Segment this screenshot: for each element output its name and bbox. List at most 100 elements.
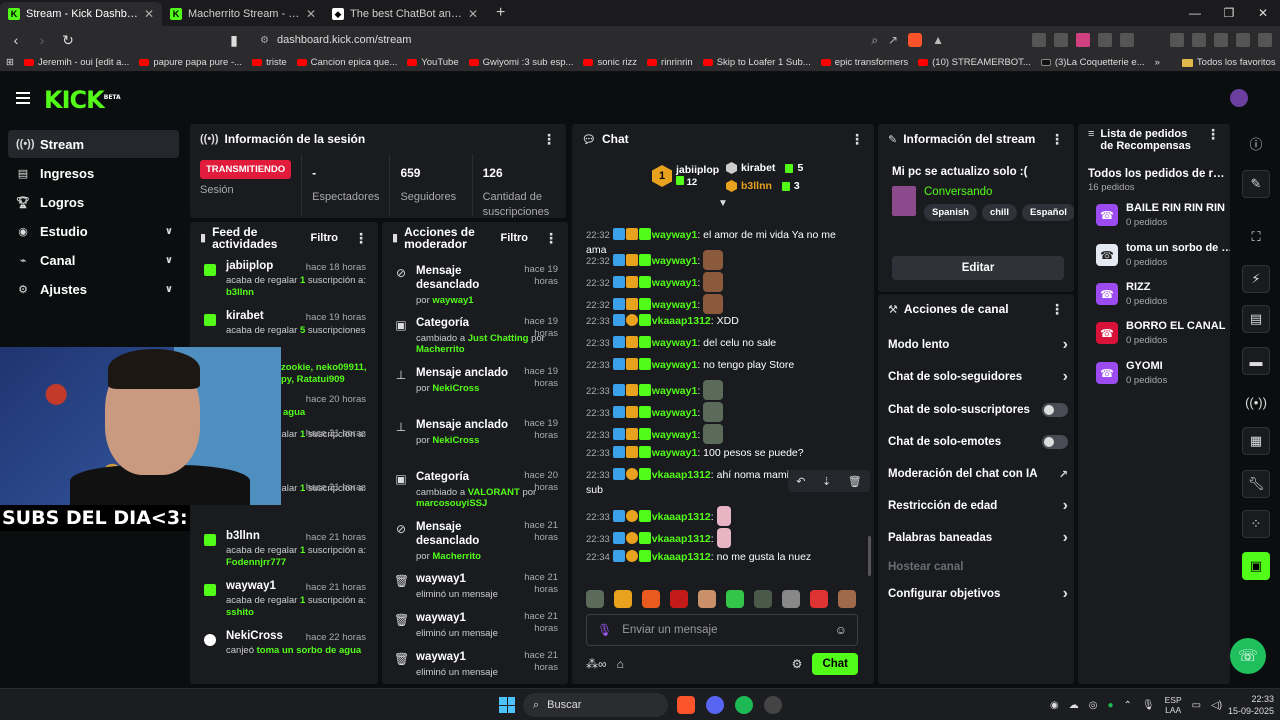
steam-tray-icon[interactable]: ◎ <box>1089 700 1098 711</box>
bookmark-item[interactable]: (3)La Coquetterie e... <box>1040 57 1145 68</box>
close-window-icon[interactable]: ✕ <box>1246 0 1280 26</box>
bookmark-item[interactable]: Jeremih - oui [edit a... <box>23 57 129 68</box>
emoji-icon[interactable]: ☺ <box>835 623 847 637</box>
taskbar-search[interactable]: ⌕ Buscar <box>523 693 668 717</box>
chat-message[interactable]: 22:33 vkaaap1312: <box>586 506 858 526</box>
zoom-icon[interactable]: ⌕ <box>871 33 878 48</box>
edit-icon[interactable]: ✎ <box>1242 170 1270 198</box>
mod-target[interactable]: wayway1 <box>432 295 473 306</box>
bookmark-item[interactable]: triste <box>252 57 287 68</box>
chat-message[interactable]: 22:32 wayway1: <box>586 250 858 270</box>
extension-icon[interactable] <box>1076 33 1090 47</box>
gear-icon[interactable]: ⚙ <box>792 657 803 671</box>
mod-action-item[interactable]: ⊥ Mensaje anclado hace 19 horas por NekiCro… <box>382 366 568 394</box>
chat-message[interactable]: 22:33 wayway1: <box>586 424 858 444</box>
mod-action-item[interactable]: ⊥ Mensaje anclado hace 19 horas por NekiCro… <box>382 418 568 446</box>
store-icon[interactable]: ⌂ <box>617 657 624 671</box>
apps-icon[interactable]: ⁘ <box>1242 510 1270 538</box>
mod-target[interactable]: Macherrito <box>432 551 481 562</box>
site-info-icon[interactable]: ⚙ <box>260 35 269 46</box>
sidebar-item-logros[interactable]: 🏆︎ Logros <box>8 188 179 216</box>
emote-icon[interactable] <box>614 590 632 608</box>
feed-item[interactable]: NekiCross hace 22 horas canjeó tomа un sor… <box>190 630 376 657</box>
infinity-icon[interactable]: ⁂∞ <box>586 657 607 671</box>
bookmark-item[interactable]: YouTube <box>407 57 459 68</box>
extension-icon[interactable] <box>1054 33 1068 47</box>
microphone-icon[interactable]: 🎙︎ <box>597 623 612 637</box>
maximize-icon[interactable]: ❐ <box>1212 0 1246 26</box>
mod-action-item[interactable]: ▣ Categoría hace 20 horas cambiado a VALORA… <box>382 470 568 509</box>
chat-username[interactable]: wayway1 <box>652 429 698 441</box>
reward-item[interactable]: ☎ toma un sorbo de ag... 0 pedidos <box>1088 242 1230 272</box>
channel-action-item[interactable]: Moderación del chat con IA ↗ <box>888 460 1068 488</box>
crop-icon[interactable]: ⛶ <box>1242 223 1270 251</box>
mod-target[interactable]: marcosouyiSSJ <box>416 498 487 509</box>
all-requests-label[interactable]: Todos los pedidos de reco... <box>1088 168 1228 180</box>
channel-action-item[interactable]: Restricción de edad › <box>888 492 1068 520</box>
reward-item[interactable]: ☎ RIZZ 0 pedidos <box>1088 281 1230 311</box>
chat-input[interactable]: 🎙︎ Enviar un mensaje ☺ <box>586 614 858 646</box>
chat-username[interactable]: vkaaap1312 <box>652 469 711 481</box>
feed-target[interactable]: sshito <box>226 607 254 618</box>
feed-item[interactable]: kirabet hace 19 horas acaba de regalar 5 s… <box>190 310 376 337</box>
bookmark-item[interactable]: papure papa pure -... <box>139 57 242 68</box>
bookmark-item[interactable]: epic transformers <box>820 57 908 68</box>
chat-message[interactable]: 22:33 wayway1: no tengo play Store <box>586 358 858 373</box>
forward-icon[interactable]: › <box>34 32 50 48</box>
filter-button[interactable]: Filtro <box>311 232 339 244</box>
share-icon[interactable]: ↗ <box>888 33 898 48</box>
chat-username[interactable]: wayway1 <box>652 407 698 419</box>
chat-message[interactable]: 22:32 wayway1: <box>586 272 858 292</box>
broadcast-icon[interactable]: ((•)) <box>1242 388 1270 416</box>
spotify-app-icon[interactable] <box>735 696 753 714</box>
more-options-icon[interactable]: ⋮ <box>1050 131 1064 148</box>
chat-username[interactable]: wayway1 <box>652 255 698 267</box>
hamburger-menu-icon[interactable] <box>16 92 30 104</box>
chat-message[interactable]: 22:32 wayway1: <box>586 294 858 314</box>
scrollbar[interactable] <box>868 536 871 576</box>
layout-icon[interactable]: ▦ <box>1242 427 1270 455</box>
emote-icon[interactable] <box>782 590 800 608</box>
extension-icon[interactable] <box>1032 33 1046 47</box>
media-icon[interactable] <box>1170 33 1184 47</box>
notes-icon[interactable]: ▤ <box>1242 305 1270 333</box>
extension-icon[interactable] <box>1120 33 1134 47</box>
feed-target[interactable]: Fodennjrr777 <box>226 557 286 568</box>
help-chat-icon[interactable]: ☏ <box>1230 638 1266 674</box>
close-icon[interactable]: ✕ <box>306 7 316 21</box>
reload-icon[interactable]: ↻ <box>60 32 76 49</box>
pin-icon[interactable]: ⇣ <box>822 475 831 488</box>
more-options-icon[interactable]: ⋮ <box>850 131 864 148</box>
chat-username[interactable]: wayway1 <box>652 337 698 349</box>
chat-username[interactable]: wayway1 <box>652 277 698 289</box>
feed-target[interactable]: b3llnn <box>226 287 254 298</box>
trash-icon[interactable]: 🗑︎ <box>848 475 862 488</box>
chat-username[interactable]: vkaaap1312 <box>652 511 711 523</box>
emote-icon[interactable] <box>698 590 716 608</box>
toggle-switch[interactable] <box>1042 403 1068 417</box>
chat-username[interactable]: wayway1 <box>652 385 698 397</box>
info-icon[interactable]: ⓘ <box>1242 129 1270 157</box>
reply-icon[interactable]: ↶ <box>796 475 805 488</box>
lightning-icon[interactable]: ⚡︎ <box>1242 265 1270 293</box>
emote-icon[interactable] <box>838 590 856 608</box>
feed-item[interactable]: wayway1 hace 21 horas acaba de regalar 1 s… <box>190 580 376 619</box>
mic-tray-icon[interactable]: 🎙︎ <box>1142 700 1155 711</box>
sidebar-icon[interactable] <box>1192 33 1206 47</box>
cloud-tray-icon[interactable]: ☁ <box>1069 700 1079 711</box>
emote-icon[interactable] <box>754 590 772 608</box>
bookmark-icon[interactable]: ▮ <box>226 32 242 49</box>
bookmark-item[interactable]: sonic rizz <box>583 57 637 68</box>
collapse-icon[interactable]: ▼ <box>718 198 728 209</box>
bookmarks-folder[interactable]: » Todos los favoritos <box>1155 57 1276 68</box>
wallet-icon[interactable] <box>1214 33 1228 47</box>
more-options-icon[interactable]: ⋮ <box>354 231 368 245</box>
mod-target[interactable]: NekiCross <box>432 383 479 394</box>
top-gifter-second[interactable]: kirabet 5 <box>726 162 803 174</box>
rewards-icon[interactable]: ▲ <box>932 33 944 48</box>
channel-action-item[interactable]: Configurar objetivos › <box>888 580 1068 608</box>
mod-target[interactable]: Macherrito <box>416 344 465 355</box>
emote-icon[interactable] <box>810 590 828 608</box>
bookmark-item[interactable]: rinrinrin <box>647 57 693 68</box>
toggle-switch[interactable] <box>1042 435 1068 449</box>
